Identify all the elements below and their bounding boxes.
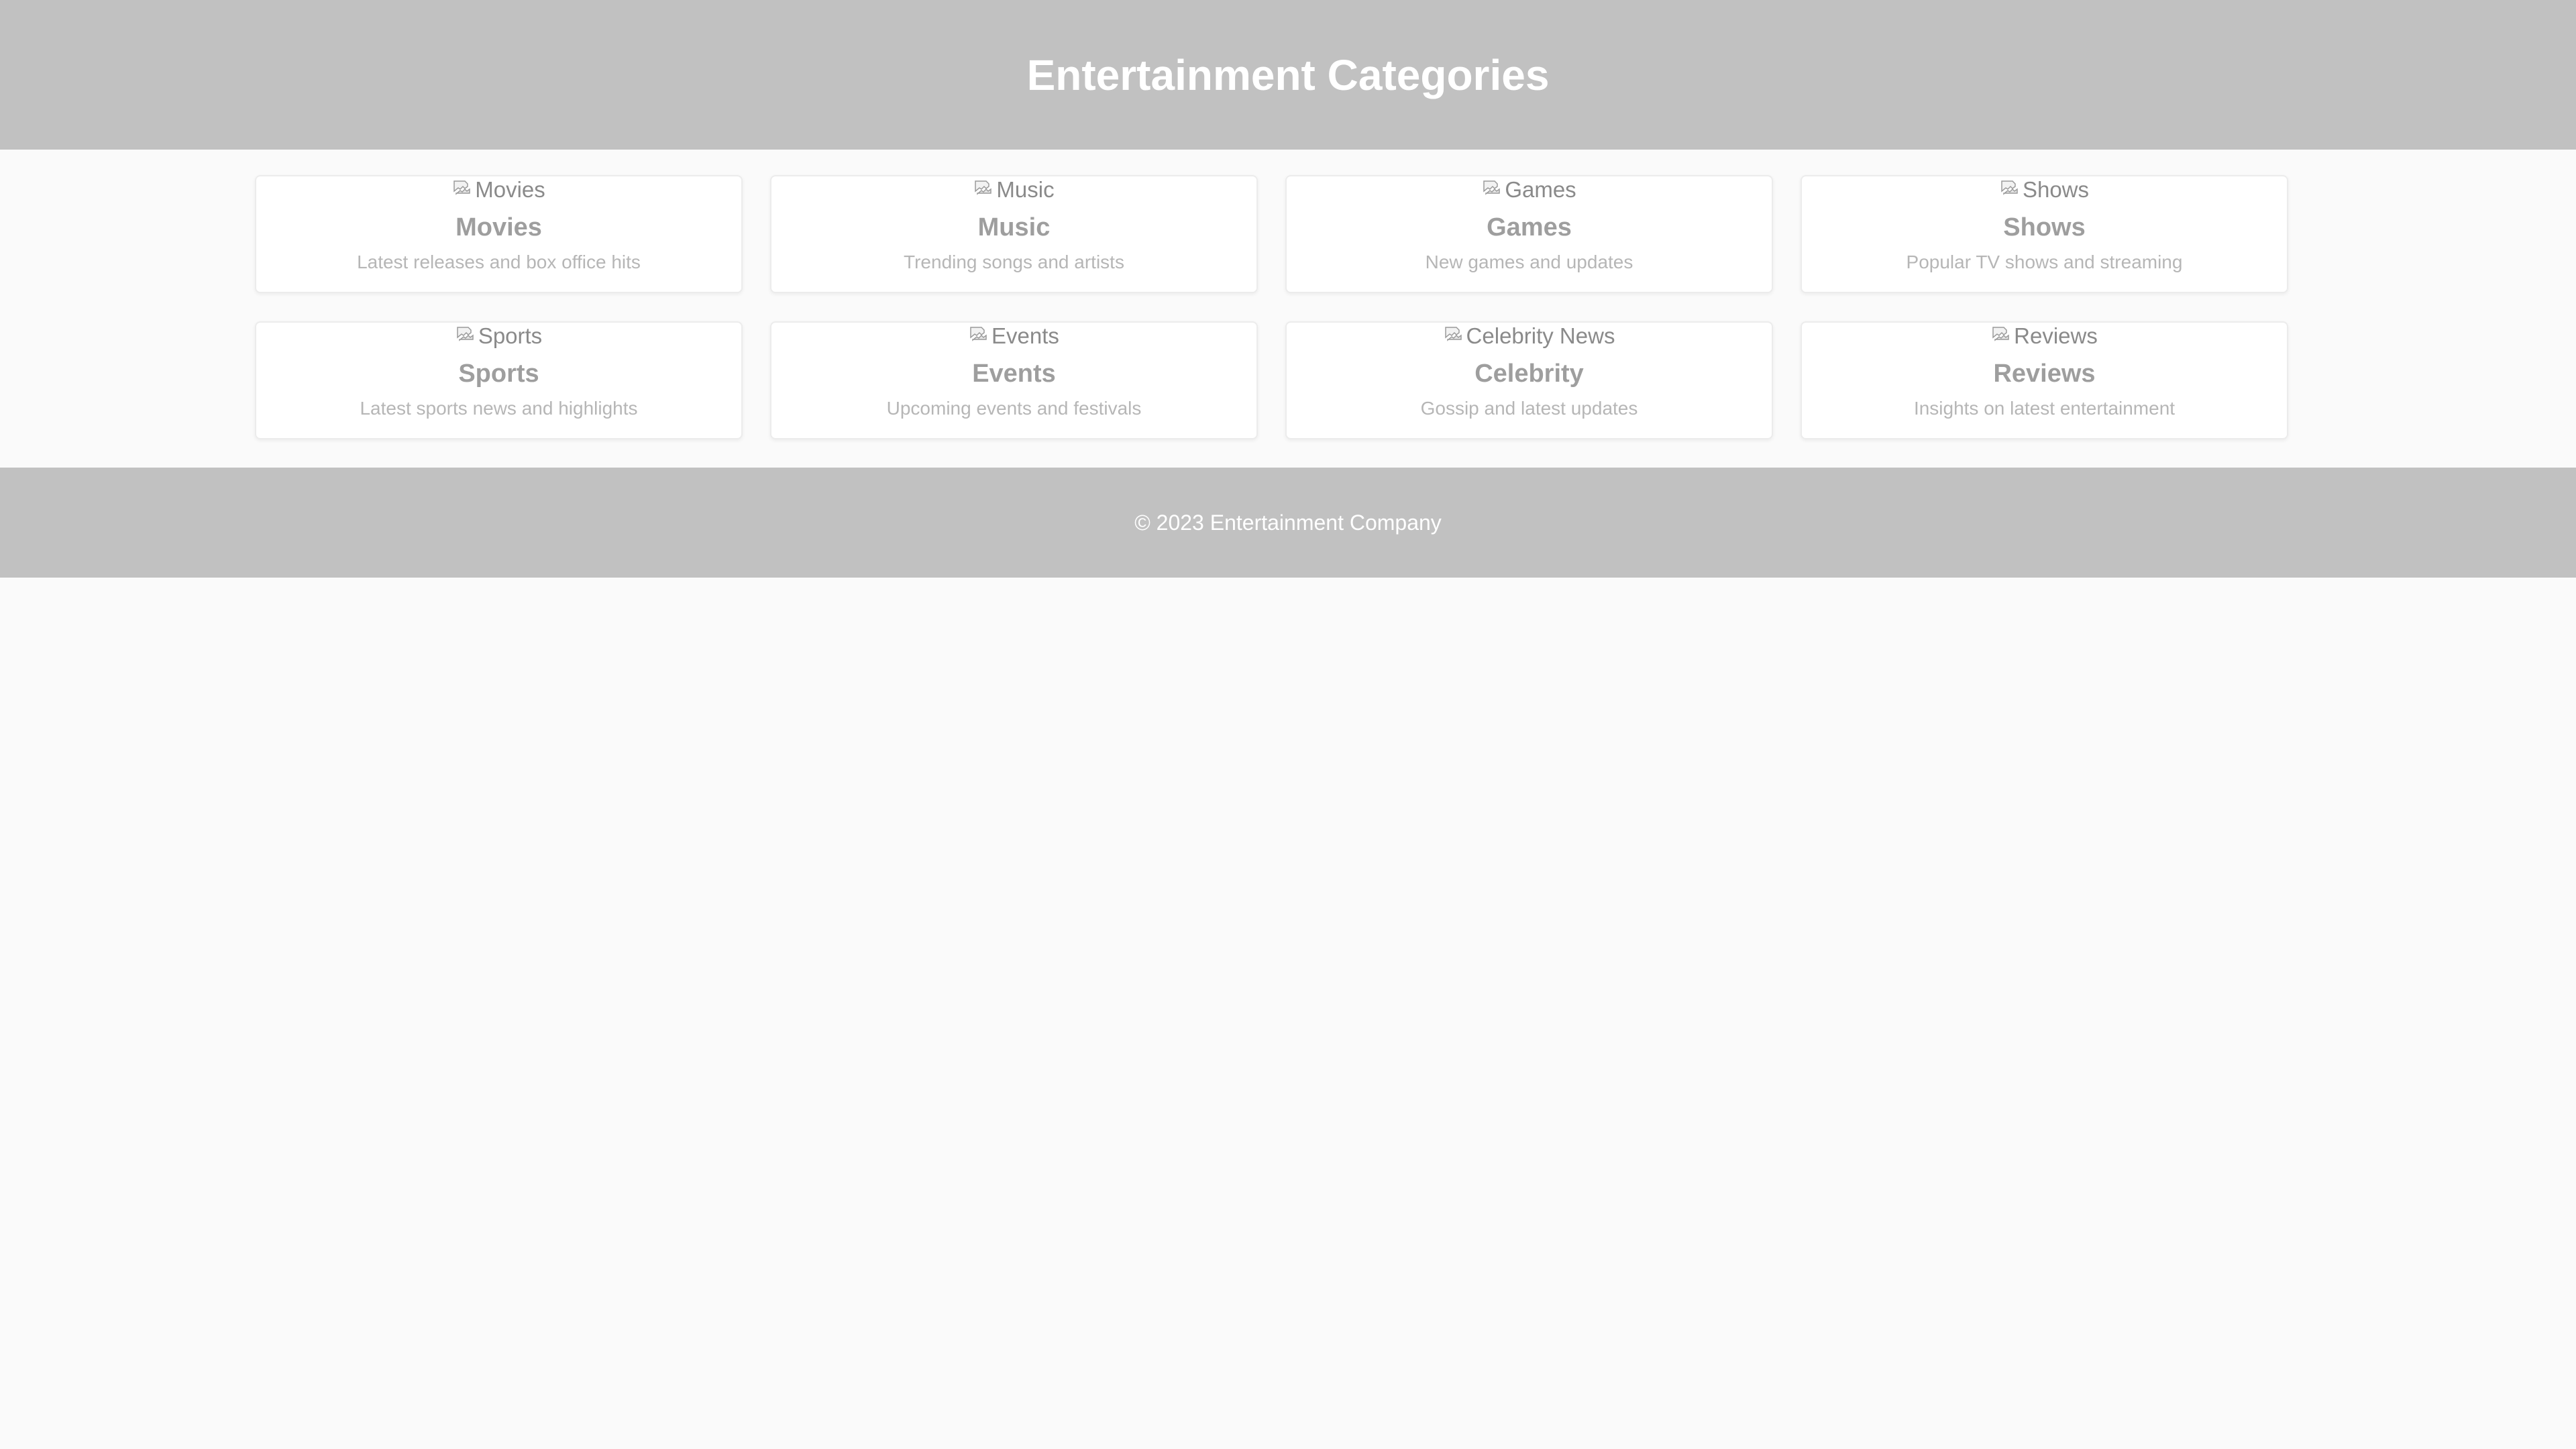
category-description: Trending songs and artists (904, 252, 1124, 272)
category-description: Upcoming events and festivals (886, 398, 1142, 419)
category-card-shows[interactable]: Shows Shows Popular TV shows and streami… (1801, 175, 2288, 293)
category-image-alt: Shows (2022, 177, 2090, 202)
broken-image-icon (969, 324, 989, 344)
category-image: Celebrity News (1444, 323, 1615, 350)
category-title: Sports (458, 360, 539, 388)
broken-image-icon (1482, 178, 1502, 198)
category-card-music[interactable]: Music Music Trending songs and artists (770, 175, 1258, 293)
category-image: Shows (2000, 176, 2089, 203)
broken-image-icon (1991, 324, 2011, 344)
category-title: Events (972, 360, 1056, 388)
category-title: Celebrity (1474, 360, 1584, 388)
category-image-alt: Celebrity News (1466, 323, 1615, 348)
category-image-alt: Games (1505, 177, 1576, 202)
category-image: Music (973, 176, 1055, 203)
category-description: Gossip and latest updates (1420, 398, 1638, 419)
category-image: Events (969, 323, 1059, 350)
category-image-alt: Events (991, 323, 1059, 348)
category-card-games[interactable]: Games Games New games and updates (1285, 175, 1773, 293)
category-image: Games (1482, 176, 1576, 203)
category-title: Movies (455, 213, 542, 241)
page-header: Entertainment Categories (0, 0, 2576, 150)
category-image: Movies (452, 176, 545, 203)
category-description: Popular TV shows and streaming (1906, 252, 2183, 272)
category-image-alt: Sports (478, 323, 543, 348)
category-description: Latest releases and box office hits (357, 252, 641, 272)
category-image-alt: Reviews (2014, 323, 2098, 348)
page-title: Entertainment Categories (1026, 50, 1550, 99)
broken-image-icon (2000, 178, 2020, 198)
page-footer: © 2023 Entertainment Company (0, 468, 2576, 578)
category-card-celebrity[interactable]: Celebrity News Celebrity Gossip and late… (1285, 321, 1773, 439)
category-card-events[interactable]: Events Events Upcoming events and festiv… (770, 321, 1258, 439)
category-image: Reviews (1991, 323, 2098, 350)
category-grid: Movies Movies Latest releases and box of… (0, 150, 2576, 468)
category-title: Games (1487, 213, 1572, 241)
category-title: Shows (2003, 213, 2086, 241)
category-card-reviews[interactable]: Reviews Reviews Insights on latest enter… (1801, 321, 2288, 439)
category-card-sports[interactable]: Sports Sports Latest sports news and hig… (255, 321, 743, 439)
category-description: Insights on latest entertainment (1913, 398, 2176, 419)
category-image-alt: Movies (475, 177, 545, 202)
category-image-alt: Music (996, 177, 1055, 202)
category-description: Latest sports news and highlights (360, 398, 638, 419)
category-image: Sports (455, 323, 542, 350)
category-card-movies[interactable]: Movies Movies Latest releases and box of… (255, 175, 743, 293)
copyright-text: © 2023 Entertainment Company (1134, 510, 1442, 535)
category-description: New games and updates (1425, 252, 1633, 272)
broken-image-icon (455, 324, 476, 344)
broken-image-icon (452, 178, 472, 198)
broken-image-icon (1444, 324, 1464, 344)
broken-image-icon (973, 178, 994, 198)
category-title: Reviews (1993, 360, 2096, 388)
category-title: Music (977, 213, 1051, 241)
